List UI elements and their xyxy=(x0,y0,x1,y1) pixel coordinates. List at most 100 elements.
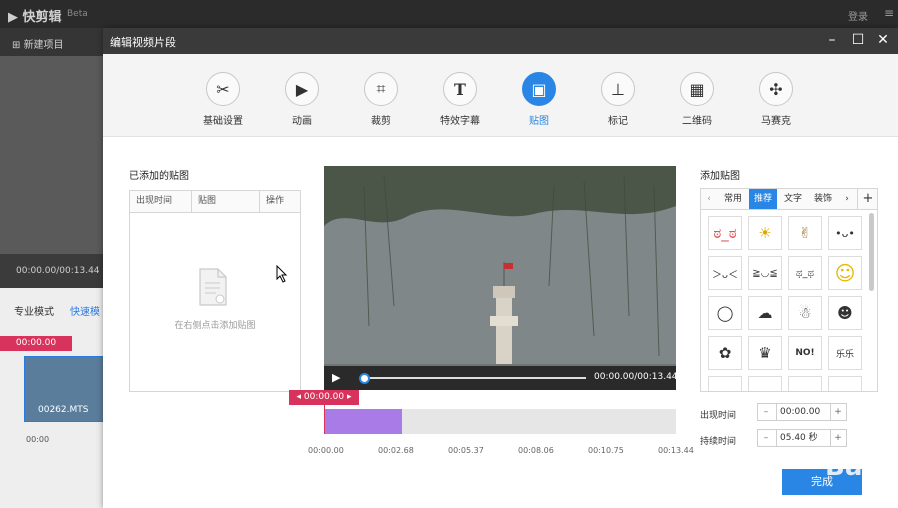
tab-label: 动画 xyxy=(292,116,312,127)
empty-document-icon xyxy=(199,268,227,306)
sticker-item[interactable]: ✌ xyxy=(788,216,822,250)
category-common[interactable]: 常用 xyxy=(719,189,747,209)
mode-pro-link[interactable]: 专业模式 xyxy=(14,303,54,318)
table-header: 出现时间 贴图 操作 xyxy=(130,191,300,213)
video-frame xyxy=(324,166,676,388)
sticker-item[interactable]: ☃ xyxy=(788,296,822,330)
appear-time-input[interactable]: 00:00.00 xyxy=(776,404,831,420)
app-timeline-marker[interactable]: 00:00.00 xyxy=(0,336,72,351)
sticker-item[interactable]: •ᴗ• xyxy=(828,216,862,250)
progress-track[interactable] xyxy=(362,377,586,379)
sticker-item[interactable] xyxy=(788,376,822,391)
tab-basic-settings[interactable]: ✂ 基础设置 xyxy=(188,54,258,136)
video-preview[interactable] xyxy=(324,166,676,388)
tab-animation[interactable]: ▶ 动画 xyxy=(267,54,337,136)
duration-input[interactable]: 05.40 秒 xyxy=(776,430,831,446)
timeline-marker-time: 00:00.00 xyxy=(303,392,345,402)
empty-hint: 在右侧点击添加贴图 xyxy=(174,321,256,331)
added-stickers-table: 出现时间 贴图 操作 在右侧点击添加贴图 xyxy=(129,190,301,392)
sticker-item[interactable]: ≧◡≦ xyxy=(748,256,782,290)
app-preview xyxy=(0,56,103,254)
increment-button[interactable]: + xyxy=(830,404,846,420)
tab-label: 特效字幕 xyxy=(440,116,480,127)
tab-label: 标记 xyxy=(608,116,628,127)
sticker-grid: ಠ_ಠ ☀ ✌ •ᴗ• ＞ᴗ＜ ≧◡≦ ಥ_ಥ ☺ ◯ ☁ ☃ ☻ ✿ ♛ NO… xyxy=(700,209,878,392)
sticker-item[interactable]: NO! xyxy=(788,336,822,370)
tab-label: 裁剪 xyxy=(371,116,391,127)
add-category-button[interactable]: + xyxy=(857,189,878,209)
tick-label: 00:05.37 xyxy=(448,446,484,455)
decrement-button[interactable]: – xyxy=(758,404,774,420)
sticker-item[interactable]: ☺ xyxy=(828,256,862,290)
mosaic-icon: ✣ xyxy=(759,72,793,106)
edit-clip-dialog: 编辑视频片段 – ☐ ✕ ✂ 基础设置 ▶ 动画 ⌗ 裁剪 T 特效字幕 ▣ 贴… xyxy=(103,28,898,508)
add-stickers-title: 添加贴图 xyxy=(700,171,740,182)
progress-knob[interactable] xyxy=(359,373,370,384)
app-beta-label: Beta xyxy=(67,9,88,19)
sticker-item[interactable]: ◯ xyxy=(708,296,742,330)
column-sticker: 贴图 xyxy=(192,191,260,212)
tab-qrcode[interactable]: ▦ 二维码 xyxy=(662,54,732,136)
category-decoration[interactable]: 装饰 xyxy=(809,189,837,209)
decrement-button[interactable]: – xyxy=(758,430,774,446)
close-icon[interactable]: ✕ xyxy=(874,32,892,48)
hamburger-menu-icon[interactable]: ≡ xyxy=(884,6,894,20)
play-icon[interactable]: ▶ xyxy=(332,371,340,384)
appear-time-stepper[interactable]: – 00:00.00 + xyxy=(757,403,847,421)
sticker-item[interactable]: ♛ xyxy=(748,336,782,370)
sticker-item[interactable]: ✿ xyxy=(708,336,742,370)
sticker-item[interactable]: ಥ_ಥ xyxy=(788,256,822,290)
video-time: 00:00.00/00:13.44 xyxy=(594,372,678,382)
sticker-segment[interactable] xyxy=(324,409,402,434)
mouse-cursor-icon xyxy=(276,265,288,283)
mode-fast-link[interactable]: 快速模 xyxy=(70,303,100,318)
column-appear-time: 出现时间 xyxy=(130,191,192,212)
sticker-item[interactable]: ☻ xyxy=(828,296,862,330)
chevron-left-icon[interactable]: ‹ xyxy=(701,189,717,209)
tab-crop[interactable]: ⌗ 裁剪 xyxy=(346,54,416,136)
tab-mark[interactable]: ⊥ 标记 xyxy=(583,54,653,136)
app-logo: ▶ 快剪辑 xyxy=(8,10,62,25)
video-controls: ▶ 00:00.00/00:13.44 xyxy=(324,366,678,390)
image-icon: ▣ xyxy=(522,72,556,106)
sticker-item[interactable]: ☀ xyxy=(748,216,782,250)
appear-time-label: 出现时间 xyxy=(700,411,737,421)
crop-icon: ⌗ xyxy=(364,72,398,106)
increment-button[interactable]: + xyxy=(830,430,846,446)
app-clip-name: 00262.MTS xyxy=(38,405,89,415)
sticker-item[interactable] xyxy=(748,376,782,391)
app-timeline-zero: 00:00 xyxy=(26,435,50,444)
watermark: Baidu xyxy=(825,452,898,482)
qrcode-icon: ▦ xyxy=(680,72,714,106)
sticker-item[interactable]: ＞ᴗ＜ xyxy=(708,256,742,290)
duration-stepper[interactable]: – 05.40 秒 + xyxy=(757,429,847,447)
sticker-item[interactable]: ಠ_ಠ xyxy=(708,216,742,250)
chevron-right-icon[interactable]: › xyxy=(839,189,855,209)
new-project-button[interactable]: ⊞ 新建项目 xyxy=(12,36,64,51)
category-recommended[interactable]: 推荐 xyxy=(749,189,777,209)
play-frame-icon: ▶ xyxy=(285,72,319,106)
maximize-icon[interactable]: ☐ xyxy=(849,32,867,48)
sticker-item[interactable]: ☁ xyxy=(748,296,782,330)
dialog-header: 编辑视频片段 – ☐ ✕ xyxy=(103,28,898,54)
sticker-item[interactable] xyxy=(708,376,742,391)
new-project-label: 新建项目 xyxy=(23,40,64,51)
sticker-item[interactable]: 乐乐 xyxy=(828,336,862,370)
tab-mosaic[interactable]: ✣ 马赛克 xyxy=(741,54,811,136)
tick-label: 00:08.06 xyxy=(518,446,554,455)
tick-label: 00:10.75 xyxy=(588,446,624,455)
sticker-category-bar: ‹ 常用 推荐 文字 装饰 › + xyxy=(700,188,878,210)
tab-label: 马赛克 xyxy=(761,116,791,127)
timeline-marker[interactable]: ◂ 00:00.00 ▸ xyxy=(289,390,359,405)
sticker-item[interactable] xyxy=(828,376,862,391)
login-link[interactable]: 登录 xyxy=(848,8,868,23)
category-text[interactable]: 文字 xyxy=(779,189,807,209)
tab-label: 基础设置 xyxy=(203,116,243,127)
pin-icon: ⊥ xyxy=(601,72,635,106)
tab-sticker[interactable]: ▣ 贴图 xyxy=(504,54,574,136)
minimize-icon[interactable]: – xyxy=(823,32,841,48)
tab-effect-subtitles[interactable]: T 特效字幕 xyxy=(425,54,495,136)
sticker-scrollbar[interactable] xyxy=(869,213,874,291)
duration-label: 持续时间 xyxy=(700,437,737,447)
added-stickers-title: 已添加的贴图 xyxy=(129,171,189,182)
